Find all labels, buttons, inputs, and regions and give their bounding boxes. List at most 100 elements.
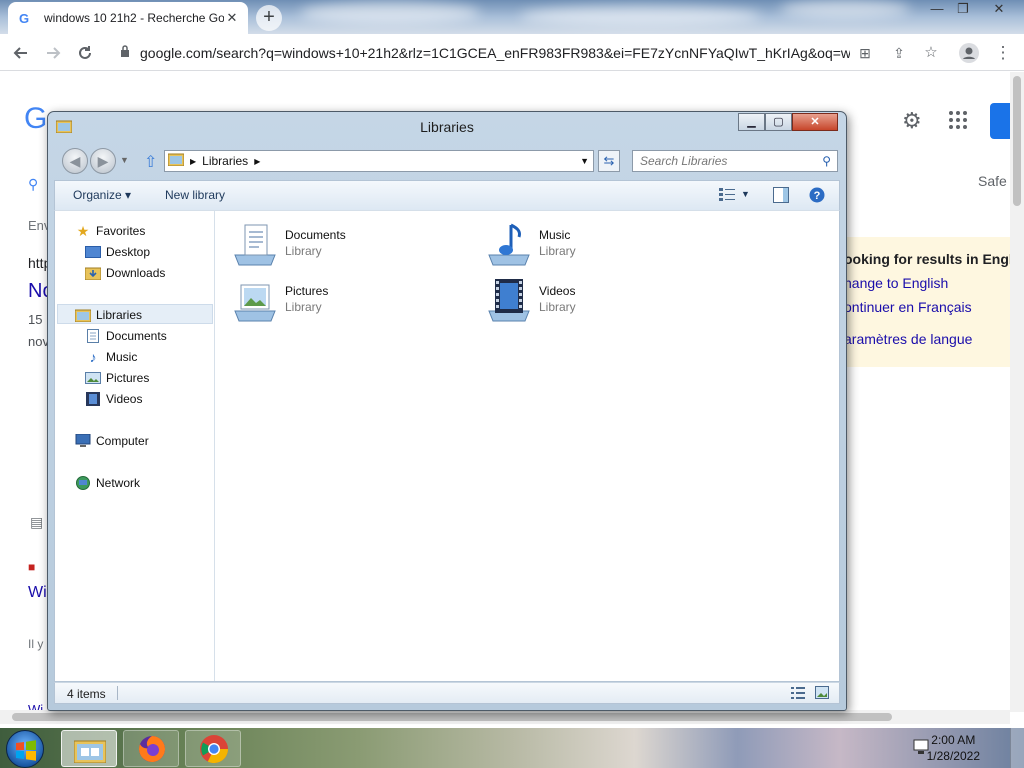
scrollbar-thumb[interactable] xyxy=(12,713,892,721)
taskbar-firefox-button[interactable] xyxy=(123,730,179,767)
navigation-bar: ◀ ▶ ▼ ⇧ ▶ Libraries ▶ ▼ ⇆ Search Librari… xyxy=(56,146,840,176)
nav-computer[interactable]: Computer xyxy=(75,431,149,451)
sign-in-button[interactable] xyxy=(990,103,1010,139)
nav-favorites[interactable]: ★ Favorites xyxy=(75,221,146,241)
nav-pictures[interactable]: Pictures xyxy=(85,368,149,388)
google-favicon-icon: G xyxy=(18,10,30,26)
google-logo[interactable]: G xyxy=(24,102,47,136)
explorer-search-input[interactable]: Search Libraries ⚲ xyxy=(632,150,838,172)
refresh-icon[interactable]: ⇆ xyxy=(598,150,620,172)
library-type: Library xyxy=(539,300,576,314)
navigation-pane: ★ Favorites Desktop Downloads Libraries … xyxy=(55,211,215,681)
horizontal-scrollbar[interactable] xyxy=(0,710,1010,724)
safesearch-label[interactable]: Safe xyxy=(978,173,1007,189)
language-suggestion-card: ooking for results in Engli hange to Eng… xyxy=(836,237,1024,367)
sky-cloud xyxy=(300,2,480,24)
address-bar[interactable]: google.com/search?q=windows+10+21h2&rlz=… xyxy=(112,38,952,67)
library-item-music[interactable]: Music Library xyxy=(485,221,725,271)
breadcrumb-arrow-icon[interactable]: ▶ xyxy=(254,157,260,166)
result-fragment: 15 xyxy=(28,312,43,327)
show-desktop-button[interactable] xyxy=(1010,728,1024,768)
library-item-documents[interactable]: Documents Library xyxy=(231,221,471,271)
nav-videos[interactable]: Videos xyxy=(85,389,142,409)
continue-french-link[interactable]: ontinuer en Français xyxy=(844,299,972,315)
window-titlebar[interactable]: Libraries ▁ ▢ ✕ xyxy=(48,112,846,142)
result-fragment: Il y xyxy=(28,637,44,651)
system-clock[interactable]: 2:00 AM 1/28/2022 xyxy=(927,732,980,764)
change-view-icon[interactable] xyxy=(719,187,735,204)
taskbar-chrome-button[interactable] xyxy=(185,730,241,767)
tab-close-icon[interactable]: ✕ xyxy=(224,10,240,26)
taskbar-explorer-button[interactable] xyxy=(61,730,117,767)
back-button[interactable]: ◀ xyxy=(62,148,88,174)
status-bar: 4 items xyxy=(54,682,840,704)
star-icon: ★ xyxy=(76,222,90,239)
browser-restore-button[interactable]: ❐ xyxy=(948,0,978,20)
nav-label: Downloads xyxy=(106,266,166,280)
breadcrumb-arrow-icon[interactable]: ▶ xyxy=(190,157,196,166)
new-library-button[interactable]: New library xyxy=(165,188,225,202)
window-close-button[interactable]: ✕ xyxy=(792,113,838,131)
computer-icon xyxy=(75,434,91,448)
view-options-chevron-icon[interactable]: ▼ xyxy=(741,189,750,199)
window-maximize-button[interactable]: ▢ xyxy=(765,113,792,131)
result-link[interactable]: Wi xyxy=(28,584,47,602)
up-arrow-icon[interactable]: ⇧ xyxy=(144,152,157,172)
browser-tab-bar: G windows 10 21h2 - Recherche Go ✕ + — ❐… xyxy=(0,0,1024,34)
nav-desktop[interactable]: Desktop xyxy=(85,242,150,262)
breadcrumb-libraries[interactable]: Libraries xyxy=(202,154,248,168)
reload-icon[interactable] xyxy=(72,40,98,66)
browser-toolbar: google.com/search?q=windows+10+21h2&rlz=… xyxy=(0,34,1024,71)
change-to-english-link[interactable]: hange to English xyxy=(844,275,948,291)
new-tab-button[interactable]: + xyxy=(256,5,282,31)
videos-icon xyxy=(85,392,101,406)
lock-icon xyxy=(120,45,130,60)
window-minimize-button[interactable]: ▁ xyxy=(738,113,765,131)
back-arrow-icon[interactable] xyxy=(8,40,34,66)
forward-arrow-icon[interactable] xyxy=(40,40,66,66)
nav-documents[interactable]: Documents xyxy=(85,326,167,346)
nav-network[interactable]: Network xyxy=(75,473,140,493)
share-icon[interactable]: ⇪ xyxy=(886,40,912,66)
large-icons-view-icon[interactable] xyxy=(815,686,829,702)
address-dropdown-icon[interactable]: ▼ xyxy=(580,156,589,166)
browser-tab[interactable]: G windows 10 21h2 - Recherche Go ✕ xyxy=(8,2,248,34)
downloads-folder-icon xyxy=(85,266,101,280)
library-item-videos[interactable]: Videos Library xyxy=(485,277,725,327)
nav-label: Music xyxy=(106,350,138,364)
explorer-address-bar[interactable]: ▶ Libraries ▶ ▼ xyxy=(164,150,594,172)
vertical-scrollbar[interactable] xyxy=(1010,72,1024,712)
start-button[interactable] xyxy=(6,730,44,768)
scrollbar-thumb[interactable] xyxy=(1013,76,1021,206)
organize-menu[interactable]: Organize ▾ xyxy=(73,188,131,202)
help-icon[interactable]: ? xyxy=(809,187,825,206)
kebab-menu-icon[interactable]: ⋮ xyxy=(990,40,1016,66)
translate-icon[interactable]: ⊞ xyxy=(852,40,878,66)
apps-grid-icon[interactable] xyxy=(948,110,968,133)
browser-close-button[interactable]: ✕ xyxy=(984,0,1014,20)
nav-music[interactable]: ♪ Music xyxy=(85,347,138,367)
library-item-pictures[interactable]: Pictures Library xyxy=(231,277,471,327)
settings-gear-icon[interactable]: ⚙ xyxy=(902,108,922,134)
library-type: Library xyxy=(539,244,576,258)
libraries-small-icon xyxy=(167,153,185,169)
documents-icon xyxy=(85,329,101,343)
details-view-icon[interactable] xyxy=(791,687,805,702)
language-card-heading: ooking for results in Engli xyxy=(844,251,1017,267)
language-settings-link[interactable]: aramètres de langue xyxy=(844,331,972,347)
search-icon[interactable]: ⚲ xyxy=(822,154,831,168)
nav-libraries[interactable]: Libraries xyxy=(75,305,142,325)
nav-downloads[interactable]: Downloads xyxy=(85,263,165,283)
forward-button[interactable]: ▶ xyxy=(90,148,116,174)
preview-pane-icon[interactable] xyxy=(773,187,789,206)
result-fragment: nov xyxy=(28,334,49,349)
recent-pages-chevron-icon[interactable]: ▼ xyxy=(120,155,129,165)
bookmark-star-icon[interactable]: ☆ xyxy=(918,40,944,66)
nav-label: Pictures xyxy=(106,371,150,385)
videos-library-icon xyxy=(485,277,533,325)
nav-label: Libraries xyxy=(96,308,143,322)
nav-label: Network xyxy=(96,476,141,490)
profile-avatar-icon[interactable] xyxy=(956,40,982,66)
documents-library-icon xyxy=(231,221,279,269)
news-icon: ▤ xyxy=(30,514,44,530)
